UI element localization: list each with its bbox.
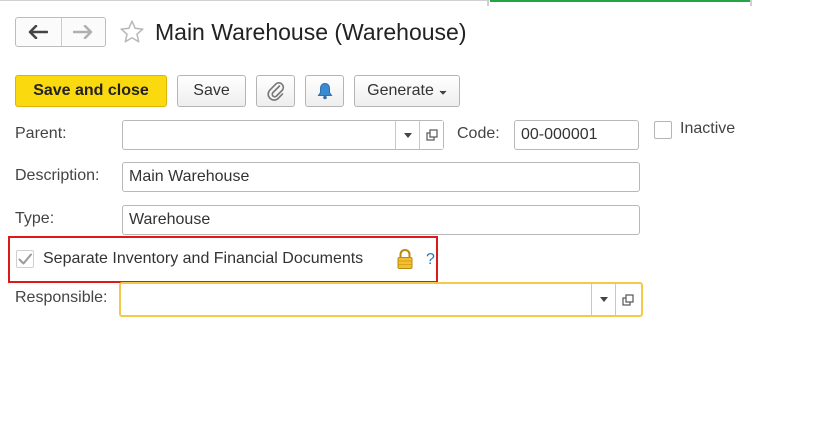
paperclip-icon xyxy=(266,82,284,101)
parent-open-button[interactable] xyxy=(419,121,443,149)
code-label: Code: xyxy=(457,125,500,142)
responsible-dropdown-button[interactable] xyxy=(591,284,615,315)
chevron-down-icon xyxy=(439,90,447,95)
back-button[interactable] xyxy=(16,18,61,46)
caret-down-icon xyxy=(403,132,412,138)
save-and-close-button[interactable]: Save and close xyxy=(15,75,167,107)
open-window-icon xyxy=(425,129,438,141)
caret-down-icon xyxy=(599,297,608,302)
code-field[interactable]: 00-000001 xyxy=(514,120,639,150)
separate-docs-label: Separate Inventory and Financial Documen… xyxy=(43,250,364,267)
star-icon xyxy=(120,20,144,43)
generate-menu-button[interactable]: Generate xyxy=(354,75,460,107)
checkmark-icon xyxy=(18,253,32,265)
responsible-open-button[interactable] xyxy=(615,284,639,315)
inactive-label: Inactive xyxy=(680,120,736,137)
type-label: Type: xyxy=(15,210,55,227)
nav-buttons xyxy=(15,17,106,47)
forward-button[interactable] xyxy=(60,18,106,46)
open-window-icon xyxy=(621,293,634,306)
bell-icon xyxy=(317,82,332,100)
type-field[interactable]: Warehouse xyxy=(122,205,640,235)
locked-attribute-button[interactable] xyxy=(396,248,414,275)
inactive-checkbox[interactable] xyxy=(654,121,672,139)
generate-label: Generate xyxy=(367,82,434,99)
favorite-button[interactable] xyxy=(119,19,145,45)
top-tab-strip xyxy=(0,0,830,6)
description-label: Description: xyxy=(15,167,100,184)
parent-label: Parent: xyxy=(15,125,67,142)
parent-field[interactable] xyxy=(122,120,444,150)
arrow-left-icon xyxy=(29,25,49,39)
parent-dropdown-button[interactable] xyxy=(395,121,419,149)
help-icon[interactable]: ? xyxy=(426,251,435,269)
responsible-field[interactable] xyxy=(119,282,643,317)
page-title: Main Warehouse (Warehouse) xyxy=(155,19,467,45)
reminder-button[interactable] xyxy=(305,75,344,107)
arrow-right-icon xyxy=(73,25,93,39)
attach-file-button[interactable] xyxy=(256,75,295,107)
save-button[interactable]: Save xyxy=(177,75,246,107)
responsible-label: Responsible: xyxy=(15,289,108,306)
separate-docs-checkbox[interactable] xyxy=(16,250,34,268)
description-field[interactable]: Main Warehouse xyxy=(122,162,640,192)
lock-icon xyxy=(397,248,413,269)
active-tab-indicator xyxy=(490,0,750,4)
